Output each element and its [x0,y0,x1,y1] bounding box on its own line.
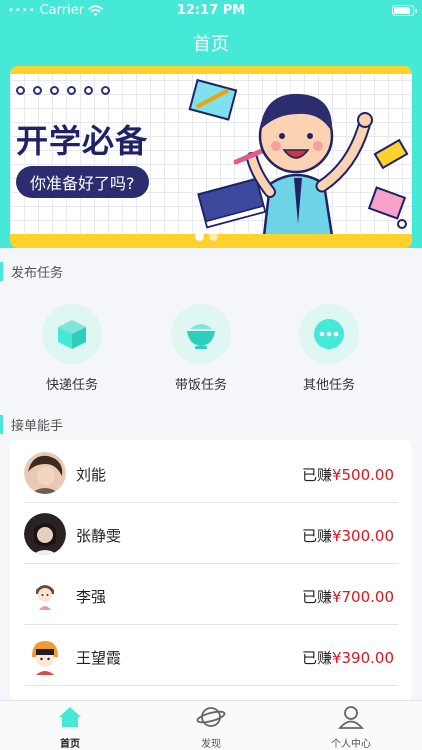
promo-banner[interactable]: 开学必备 你准备好了吗? [10,66,412,248]
home-icon [59,707,81,727]
status-bar: •••• Carrier 12:17 PM [0,0,422,22]
helper-earnings: 已赚¥300.00 [302,525,394,546]
earned-amount: ¥500.00 [331,466,394,484]
task-meal-circle[interactable] [171,304,231,364]
status-time: 12:17 PM [176,3,246,18]
tab-discover[interactable]: 发现 [161,705,261,750]
helper-earnings: 已赚¥390.00 [302,647,394,668]
helper-earnings: 已赚¥500.00 [302,464,394,485]
earned-amount: ¥700.00 [331,588,394,606]
avatar [24,574,66,616]
more-icon [314,319,344,349]
earned-prefix: 已赚 [301,588,332,606]
list-item[interactable]: 刘能 已赚¥500.00 [24,442,398,503]
tab-home-label: 首页 [60,739,80,750]
section-helpers-title: 接单能手 [0,415,63,434]
banner-subtitle: 你准备好了吗? [16,166,149,198]
package-icon [58,320,86,349]
tab-profile[interactable]: 个人中心 [301,705,401,750]
avatar [24,513,66,555]
avatar [24,635,66,677]
tab-profile-label: 个人中心 [331,739,371,750]
earned-prefix: 已赚 [301,649,332,667]
earned-amount: ¥390.00 [331,649,394,667]
list-item[interactable]: 李强 已赚¥700.00 [24,564,398,625]
task-express[interactable]: 快递任务 [32,304,112,393]
planet-icon [196,707,226,727]
list-item[interactable]: 王望霞 已赚¥390.00 [24,625,398,686]
tab-bar: 首页 发现 个人中心 [0,700,422,750]
task-meal-label: 带饭任务 [174,378,227,393]
section-publish-title: 发布任务 [0,262,63,281]
bowl-icon [187,324,215,349]
student-illustration-icon [188,78,409,236]
task-express-label: 快递任务 [45,378,98,393]
pager-dot-active[interactable] [195,232,204,241]
helper-name: 张静雯 [76,527,122,545]
banner-title: 开学必备 [16,122,149,160]
helper-name: 王望霞 [76,649,122,667]
earned-prefix: 已赚 [301,527,332,545]
task-other-circle[interactable] [299,304,359,364]
person-icon [338,706,364,729]
tab-home[interactable]: 首页 [20,705,120,750]
banner-top-stripe [10,66,412,74]
earned-amount: ¥300.00 [331,527,394,545]
earned-prefix: 已赚 [301,466,332,484]
task-meal[interactable]: 带饭任务 [161,304,241,393]
task-express-circle[interactable] [42,304,102,364]
task-other[interactable]: 其他任务 [289,304,369,393]
helper-earnings: 已赚¥700.00 [302,586,394,607]
list-item[interactable]: 张静雯 已赚¥300.00 [24,503,398,564]
helper-name: 李强 [76,588,107,606]
battery-icon [392,5,417,16]
banner-pager [195,232,218,241]
tab-discover-label: 发现 [201,739,221,750]
helpers-list: 刘能 已赚¥500.00 张静雯 已赚¥300.00 李强 已赚¥700.00 … [10,440,412,700]
pager-dot[interactable] [209,232,218,241]
avatar [24,452,66,494]
banner-circle-decoration [16,86,110,95]
task-other-label: 其他任务 [302,378,355,393]
helper-name: 刘能 [76,466,107,484]
page-title: 首页 [193,34,229,55]
